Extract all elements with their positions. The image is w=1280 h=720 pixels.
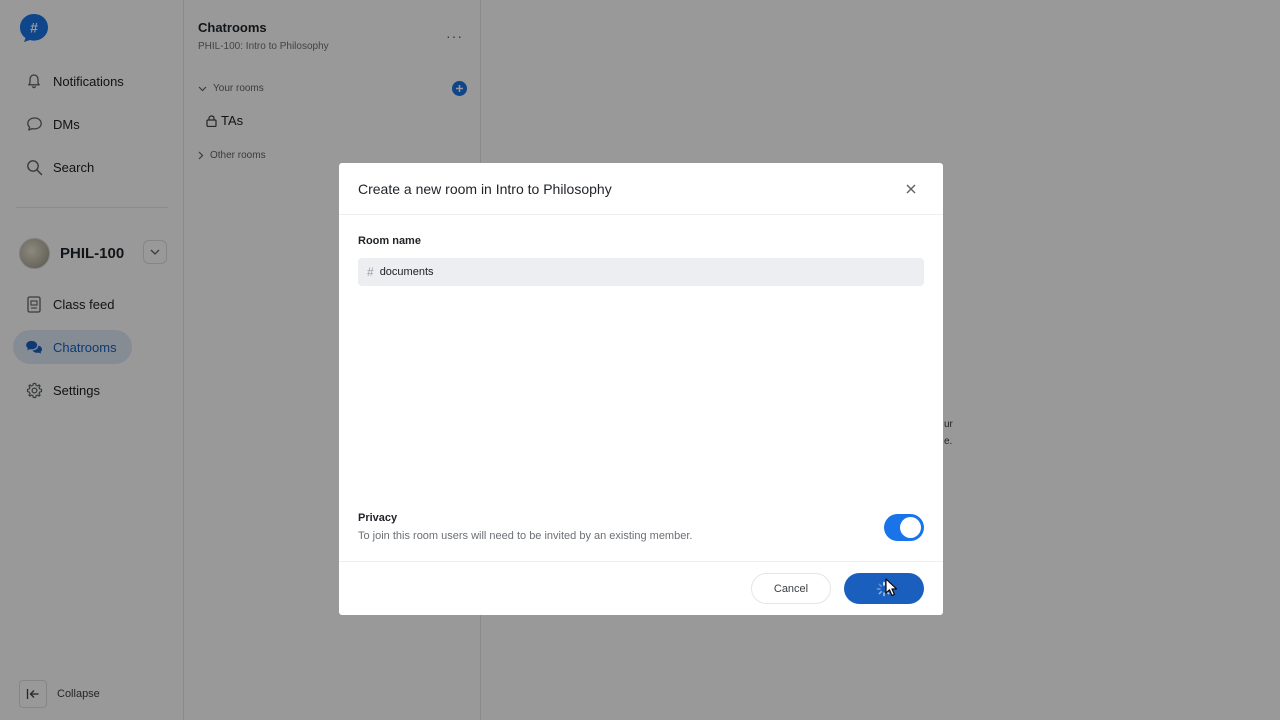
cancel-button[interactable]: Cancel [751, 573, 831, 604]
privacy-toggle[interactable] [884, 514, 924, 541]
create-room-dialog: Create a new room in Intro to Philosophy… [339, 163, 943, 615]
dialog-header: Create a new room in Intro to Philosophy [339, 163, 943, 215]
hash-icon: # [367, 265, 374, 279]
room-name-input[interactable] [379, 266, 880, 278]
dialog-footer-divider [339, 561, 943, 562]
mouse-cursor-icon [885, 578, 898, 597]
dialog-title: Create a new room in Intro to Philosophy [358, 181, 612, 197]
create-button[interactable] [844, 573, 924, 604]
close-icon [906, 184, 916, 194]
room-name-label: Room name [358, 235, 421, 247]
privacy-label: Privacy [358, 512, 398, 524]
toggle-knob [900, 517, 921, 538]
privacy-description: To join this room users will need to be … [358, 530, 693, 542]
room-name-field[interactable]: # [358, 258, 924, 286]
close-button[interactable] [903, 181, 919, 197]
